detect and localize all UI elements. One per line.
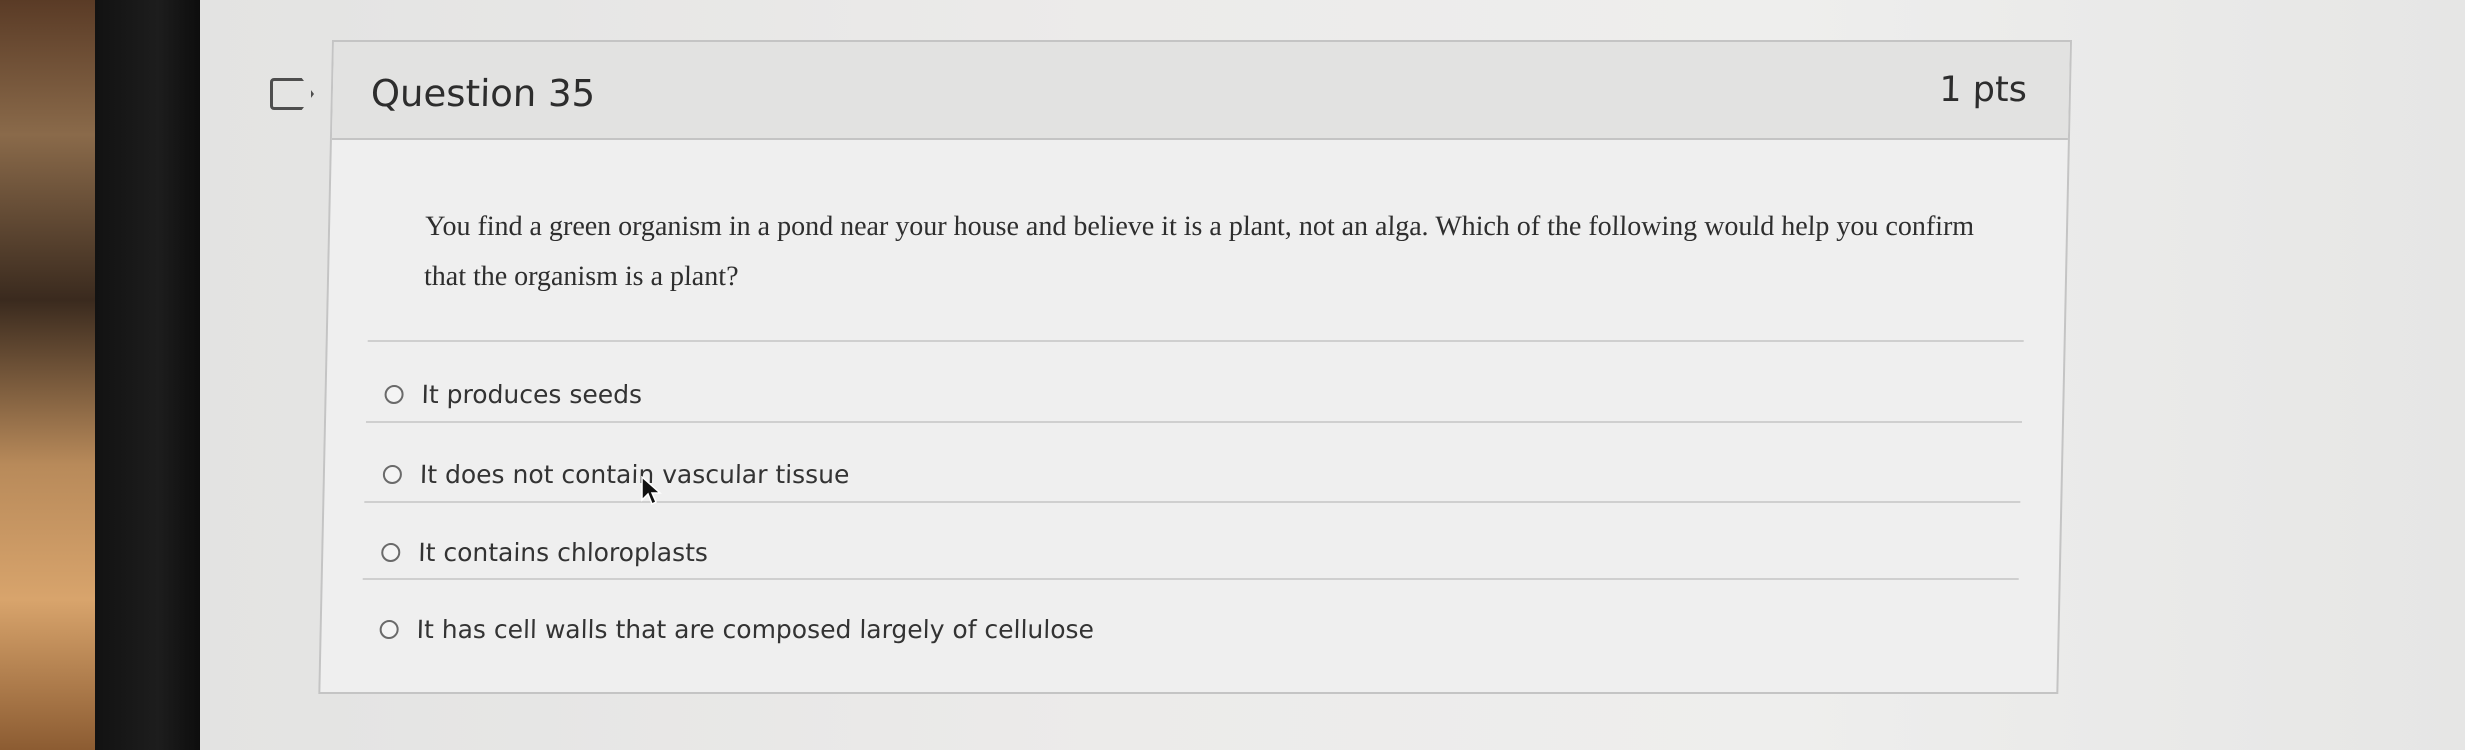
answer-option-2[interactable]: It does not contain vascular tissue [382, 449, 850, 499]
question-points: 1 pts [1938, 70, 2028, 110]
radio-button[interactable] [384, 384, 404, 404]
answer-option-3[interactable]: It contains chloroplasts [381, 527, 709, 577]
answer-label: It produces seeds [421, 379, 643, 409]
answer-option-4[interactable]: It has cell walls that are composed larg… [379, 604, 1094, 654]
answer-option-1[interactable]: It produces seeds [384, 369, 643, 419]
answer-label: It contains chloroplasts [417, 537, 709, 567]
question-card: Question 35 1 pts You find a green organ… [318, 40, 2072, 694]
separator [364, 501, 2021, 503]
question-title: Question 35 [370, 72, 596, 115]
separator [362, 578, 2019, 580]
radio-button[interactable] [382, 464, 403, 484]
radio-button[interactable] [381, 542, 401, 562]
separator [365, 421, 2023, 423]
question-stem: You find a green organism in a pond near… [423, 211, 1975, 292]
monitor-bezel [95, 0, 200, 750]
radio-button[interactable] [379, 619, 399, 639]
question-header: Question 35 1 pts [331, 42, 2070, 140]
separator [367, 340, 2024, 342]
mouse-pointer-icon [641, 476, 662, 506]
answer-label: It has cell walls that are composed larg… [416, 614, 1095, 644]
answer-label: It does not contain vascular tissue [419, 459, 850, 489]
